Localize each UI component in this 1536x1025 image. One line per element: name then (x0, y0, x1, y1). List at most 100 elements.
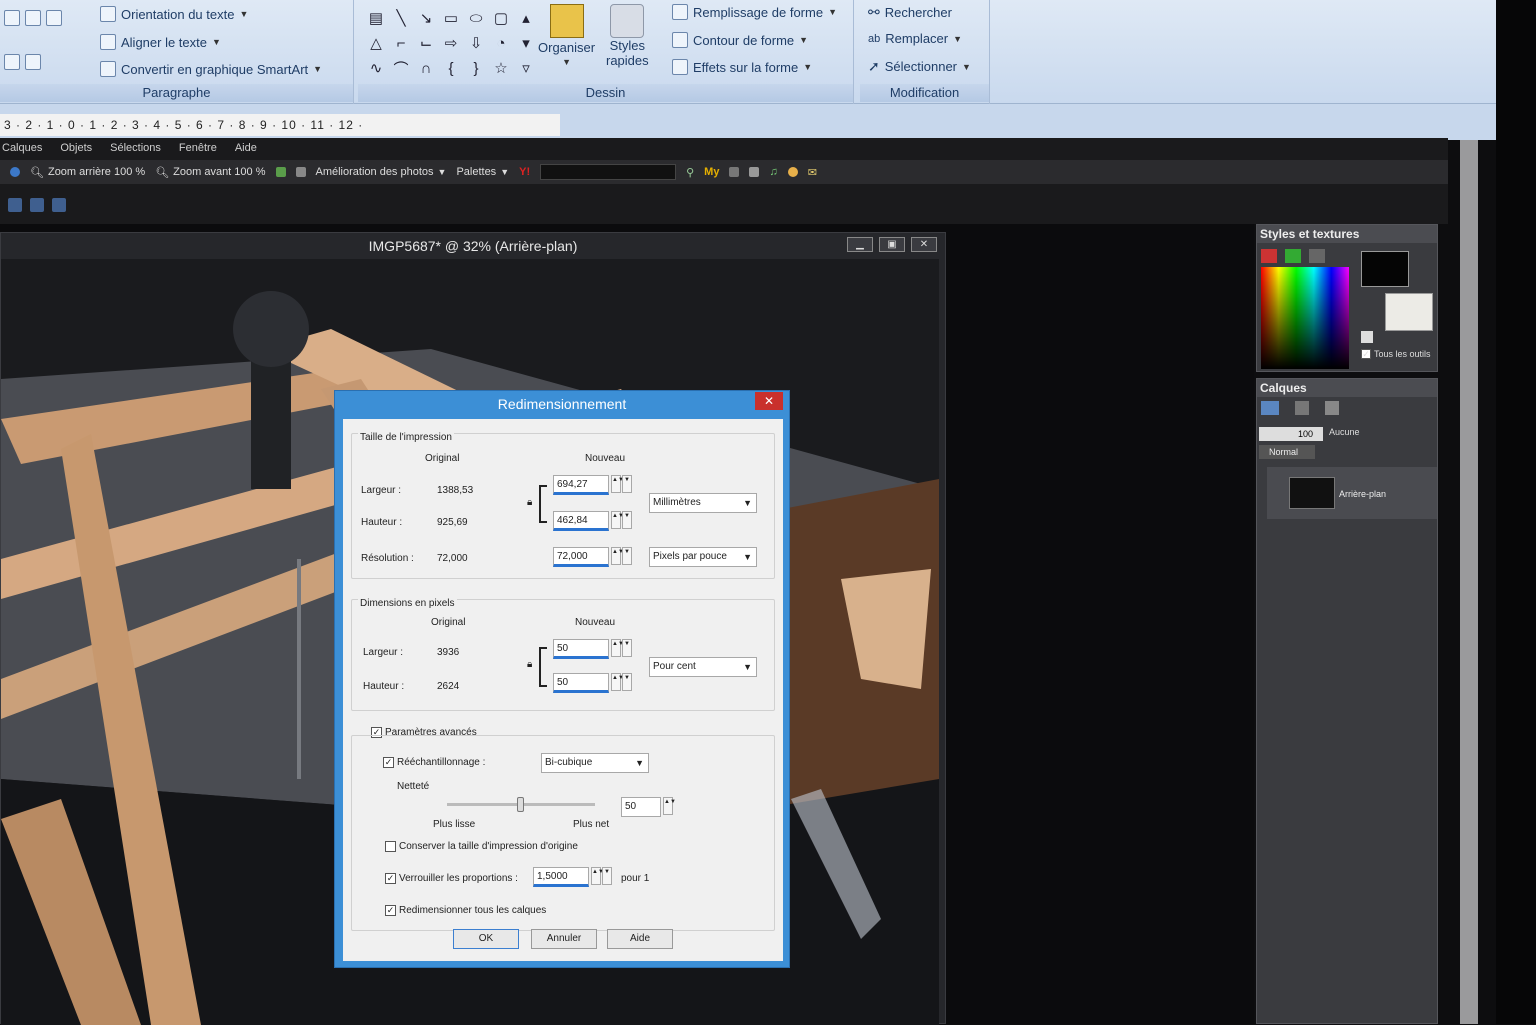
yahoo-icon[interactable]: Y! (519, 166, 530, 178)
image-icon[interactable] (275, 167, 286, 177)
help-button[interactable]: Aide (607, 929, 673, 949)
outdent-icon[interactable] (25, 10, 41, 26)
shape-outline-button[interactable]: Contour de forme ▼ (672, 32, 808, 48)
info-icon[interactable] (10, 167, 20, 177)
screen-icon[interactable] (295, 167, 306, 177)
layer-props-icon[interactable] (1325, 401, 1339, 415)
print-height-dropdown[interactable]: ▼ (622, 511, 632, 529)
elbow-connector-shape-icon[interactable]: ⌙ (414, 31, 438, 55)
horizontal-ruler[interactable]: 3 · 2 · 1 · 0 · 1 · 2 · 3 · 4 · 5 · 6 · … (0, 114, 560, 136)
rounded-rect-shape-icon[interactable]: ▢ (489, 6, 513, 30)
print-height-spinner[interactable]: ▲▼ (611, 511, 624, 529)
restore-button[interactable]: ▣ (879, 237, 905, 252)
print-unit-select[interactable]: Millimètres ▼ (649, 493, 757, 513)
print-height-input[interactable]: 462,84 (553, 511, 609, 531)
columns-icons[interactable] (4, 54, 41, 70)
arc-shape-icon[interactable]: ⌒ (389, 56, 413, 80)
pixel-height-spinner[interactable]: ▲▼ (611, 673, 624, 691)
rectangle-shape-icon[interactable]: ▭ (439, 6, 463, 30)
menu-help[interactable]: Aide (235, 142, 257, 158)
menu-objects[interactable]: Objets (60, 142, 92, 158)
palettes-button[interactable]: Palettes ▼ (456, 166, 509, 178)
textbox-shape-icon[interactable]: ▤ (364, 6, 388, 30)
toolbar-search-input[interactable] (540, 164, 677, 180)
music-icon[interactable]: ♫ (769, 166, 777, 178)
new-layer-icon[interactable] (1261, 401, 1279, 415)
resample-method-select[interactable]: Bi-cubique ▼ (541, 753, 649, 773)
vertical-scrollbar[interactable] (1460, 140, 1478, 1024)
zoom-in-button[interactable]: 🔍︎ Zoom avant 100 % (155, 166, 265, 179)
swatches-tab-icon[interactable] (1309, 249, 1325, 263)
find-button[interactable]: ⚯ Rechercher (868, 4, 952, 21)
gallery-up-icon[interactable]: ▴ (514, 6, 538, 30)
smartart-button[interactable]: Convertir en graphique SmartArt ▼ (100, 61, 322, 77)
left-brace-shape-icon[interactable]: { (439, 56, 463, 80)
indent-icons[interactable] (4, 10, 62, 26)
shape-fill-button[interactable]: Remplissage de forme ▼ (672, 4, 837, 20)
tool-b-icon[interactable] (30, 198, 44, 212)
keep-print-size-checkbox[interactable] (385, 841, 396, 852)
minimize-button[interactable]: ▁ (847, 237, 873, 252)
right-brace-shape-icon[interactable]: } (464, 56, 488, 80)
all-tools-option[interactable]: ✓ Tous les outils (1361, 349, 1431, 359)
align-text-button[interactable]: Aligner le texte ▼ (100, 34, 221, 50)
connector-shape-icon[interactable]: ⌐ (389, 31, 413, 55)
mail-icon[interactable]: ✉ (808, 166, 817, 179)
replace-button[interactable]: ab Remplacer ▼ (868, 31, 962, 46)
resolution-input[interactable]: 72,000 (553, 547, 609, 567)
freeform-shape-icon[interactable]: ◔ (489, 31, 513, 55)
delete-layer-icon[interactable] (1295, 401, 1309, 415)
resolution-unit-select[interactable]: Pixels par pouce ▼ (649, 547, 757, 567)
organize-button[interactable]: Organiser ▼ (538, 4, 595, 67)
menu-layers[interactable]: Calques (2, 142, 42, 158)
pixel-unit-select[interactable]: Pour cent ▼ (649, 657, 757, 677)
shape-effects-button[interactable]: Effets sur la forme ▼ (672, 59, 812, 75)
pixel-width-dropdown[interactable]: ▼ (622, 639, 632, 657)
layer-row[interactable]: Arrière-plan (1267, 467, 1437, 519)
indent-icon[interactable] (4, 10, 20, 26)
select-button[interactable]: ➚ Sélectionner ▼ (868, 58, 971, 75)
resize-all-layers-checkbox[interactable]: ✓ (385, 905, 396, 916)
pixel-height-input[interactable]: 50 (553, 673, 609, 693)
menu-window[interactable]: Fenêtre (179, 142, 217, 158)
rainbow-tab-icon[interactable] (1285, 249, 1301, 263)
blend-mode-select[interactable]: Normal (1259, 445, 1315, 459)
print-width-input[interactable]: 694,27 (553, 475, 609, 495)
quick-styles-button[interactable]: Styles rapides (606, 4, 649, 68)
pixel-height-dropdown[interactable]: ▼ (622, 673, 632, 691)
line-spacing-icon[interactable] (46, 10, 62, 26)
oval-shape-icon[interactable]: ⬭ (464, 6, 488, 30)
pixel-width-input[interactable]: 50 (553, 639, 609, 659)
dialog-close-button[interactable]: ✕ (755, 392, 783, 410)
close-button[interactable]: ✕ (911, 237, 937, 252)
all-tools-checkbox[interactable]: ✓ (1361, 349, 1371, 359)
pencil-icon[interactable] (749, 167, 760, 177)
print-width-dropdown[interactable]: ▼ (622, 475, 632, 493)
swap-colors-icon[interactable] (1361, 331, 1373, 343)
text-orientation-button[interactable]: Orientation du texte ▼ (100, 6, 248, 22)
ratio-spinner[interactable]: ▲▼ (591, 867, 604, 885)
opacity-field[interactable]: 100 (1259, 427, 1323, 441)
sharpness-input[interactable]: 50 (621, 797, 661, 817)
tool-c-icon[interactable] (52, 198, 66, 212)
pixel-width-spinner[interactable]: ▲▼ (611, 639, 624, 657)
search-icon[interactable]: ⚲ (686, 166, 694, 179)
color-picker-spectrum[interactable] (1261, 267, 1349, 369)
print-width-spinner[interactable]: ▲▼ (611, 475, 624, 493)
sharpness-slider-thumb[interactable] (517, 797, 524, 812)
columns-icon[interactable] (25, 54, 41, 70)
foreground-color-swatch[interactable] (1361, 251, 1409, 287)
menu-selections[interactable]: Sélections (110, 142, 161, 158)
ok-button[interactable]: OK (453, 929, 519, 949)
ratio-input[interactable]: 1,5000 (533, 867, 589, 887)
line-shape-icon[interactable]: ╲ (389, 6, 413, 30)
arrow-line-shape-icon[interactable]: ↘ (414, 6, 438, 30)
down-arrow-shape-icon[interactable]: ⇩ (464, 31, 488, 55)
justify-icon[interactable] (4, 54, 20, 70)
ratio-dropdown[interactable]: ▼ (602, 867, 612, 885)
scribble-shape-icon[interactable]: ∿ (364, 56, 388, 80)
right-arrow-shape-icon[interactable]: ⇨ (439, 31, 463, 55)
triangle-shape-icon[interactable]: △ (364, 31, 388, 55)
shapes-gallery[interactable]: ▤ ╲ ↘ ▭ ⬭ ▢ ▴ △ ⌐ ⌙ ⇨ ⇩ ◔ ▾ ∿ ⌒ ∩{} ☆ ▿ (364, 6, 538, 80)
photo-enhance-button[interactable]: Amélioration des photos ▼ (316, 166, 447, 178)
